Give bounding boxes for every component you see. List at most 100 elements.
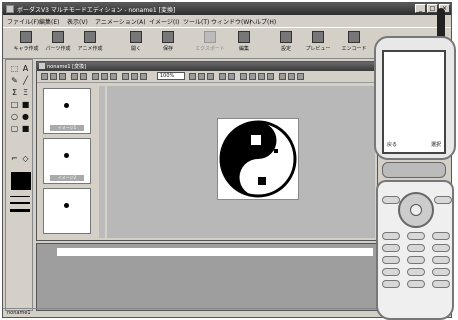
rounded-rect-tool-icon[interactable]: ▢ xyxy=(10,124,19,133)
layer-icon[interactable] xyxy=(279,73,286,80)
next-frame-icon[interactable] xyxy=(258,73,265,80)
brush-tool-icon[interactable]: Σ xyxy=(10,88,19,97)
parts-icon xyxy=(52,31,64,43)
filled-rect-tool-icon[interactable]: ■ xyxy=(21,100,30,109)
timeline-strip[interactable] xyxy=(57,248,373,256)
property-icon[interactable] xyxy=(297,73,304,80)
filled-rounded-rect-tool-icon[interactable]: ■ xyxy=(21,124,30,133)
filled-ellipse-tool-icon[interactable]: ● xyxy=(21,112,30,121)
pixel-sprite[interactable] xyxy=(217,118,299,200)
disk-icon xyxy=(162,31,174,43)
zoom-in-icon[interactable] xyxy=(140,73,147,80)
frame-list-scrollbar[interactable] xyxy=(99,86,105,238)
preview-icon xyxy=(312,31,324,43)
edit-canvas[interactable] xyxy=(107,86,375,238)
pencil-tool-icon[interactable]: ✎ xyxy=(10,76,19,85)
dpad[interactable] xyxy=(398,192,434,228)
grid-icon[interactable] xyxy=(122,73,129,80)
cut-icon[interactable] xyxy=(92,73,99,80)
line-width-thin[interactable] xyxy=(10,196,30,197)
menu-bar: ファイル(F) 編集(E) 表示(V) アニメーション(A) イメージ(I) ツ… xyxy=(3,16,451,26)
fill-tool-icon[interactable]: Ξ xyxy=(21,88,30,97)
menu-help[interactable]: ヘルプ(H) xyxy=(249,17,276,26)
key-6[interactable] xyxy=(432,256,450,264)
delete-frame-icon[interactable] xyxy=(59,73,66,80)
menu-image[interactable]: イメージ(I) xyxy=(149,17,179,26)
key-2[interactable] xyxy=(407,244,425,252)
key-star[interactable] xyxy=(382,280,400,288)
settings-button[interactable]: 設定 xyxy=(271,30,301,56)
sprite-thumbnail-icon xyxy=(64,103,69,108)
menu-animation[interactable]: アニメーション(A) xyxy=(95,17,146,26)
left-soft-key[interactable] xyxy=(382,196,400,204)
rect-tool-icon[interactable]: □ xyxy=(10,100,19,109)
create-animation-button[interactable]: アニメ作成 xyxy=(75,30,105,56)
select-tool-icon[interactable]: ⬚ xyxy=(10,64,19,73)
copy-icon[interactable] xyxy=(101,73,108,80)
sprite-thumbnail-icon xyxy=(64,153,69,158)
frame-thumbnail[interactable]: イメージ2 xyxy=(43,138,91,184)
menu-window[interactable]: ウィンドウ(W) xyxy=(211,17,252,26)
phone-hinge xyxy=(382,162,446,178)
right-soft-key[interactable] xyxy=(434,196,452,204)
save-button[interactable]: 保存 xyxy=(153,30,183,56)
zoom-out-icon[interactable] xyxy=(131,73,138,80)
key-hash[interactable] xyxy=(432,280,450,288)
paste-icon[interactable] xyxy=(110,73,117,80)
new-frame-icon[interactable] xyxy=(41,73,48,80)
redo-icon[interactable] xyxy=(80,73,87,80)
text-tool-icon[interactable]: A xyxy=(21,64,30,73)
animation-icon xyxy=(84,31,96,43)
preview-button[interactable]: プレビュー xyxy=(303,30,333,56)
key-9[interactable] xyxy=(432,268,450,276)
ellipse-tool-icon[interactable]: ○ xyxy=(10,112,19,121)
create-parts-button[interactable]: パーツ作成 xyxy=(43,30,73,56)
app-icon xyxy=(6,5,14,13)
clear-key[interactable] xyxy=(407,232,425,240)
settings-icon xyxy=(280,31,292,43)
dpad-center-button[interactable] xyxy=(410,204,422,216)
flip-horizontal-icon[interactable] xyxy=(189,73,196,80)
eyedropper-tool-icon[interactable]: ⌐ xyxy=(10,154,19,163)
key-1[interactable] xyxy=(382,244,400,252)
menu-tools[interactable]: ツール(T) xyxy=(183,17,209,26)
key-7[interactable] xyxy=(382,268,400,276)
first-frame-icon[interactable] xyxy=(240,73,247,80)
open-button[interactable]: 開く xyxy=(121,30,151,56)
create-character-button[interactable]: キャラ作成 xyxy=(11,30,41,56)
prev-frame-icon[interactable] xyxy=(249,73,256,80)
menu-file[interactable]: ファイル(F) xyxy=(7,17,39,26)
current-color-swatch[interactable] xyxy=(11,172,31,190)
menu-edit[interactable]: 編集(E) xyxy=(39,17,59,26)
undo-icon[interactable] xyxy=(71,73,78,80)
copy-frame-icon[interactable] xyxy=(50,73,57,80)
line-width-thick[interactable] xyxy=(10,209,30,212)
stop-icon[interactable] xyxy=(228,73,235,80)
character-icon xyxy=(20,31,32,43)
key-5[interactable] xyxy=(407,256,425,264)
minimize-button[interactable]: _ xyxy=(415,4,426,13)
line-width-medium[interactable] xyxy=(10,202,30,204)
key-3[interactable] xyxy=(432,244,450,252)
flip-vertical-icon[interactable] xyxy=(198,73,205,80)
end-key[interactable] xyxy=(432,232,450,240)
play-icon[interactable] xyxy=(219,73,226,80)
key-8[interactable] xyxy=(407,268,425,276)
eraser-tool-icon[interactable]: ◇ xyxy=(21,154,30,163)
line-tool-icon[interactable]: ╱ xyxy=(21,76,30,85)
menu-view[interactable]: 表示(V) xyxy=(67,17,88,26)
call-key[interactable] xyxy=(382,232,400,240)
zoom-select[interactable]: 100% xyxy=(157,72,185,80)
key-0[interactable] xyxy=(407,280,425,288)
frame-thumbnail[interactable] xyxy=(43,188,91,234)
key-4[interactable] xyxy=(382,256,400,264)
edit-button[interactable]: 編集 xyxy=(229,30,259,56)
last-frame-icon[interactable] xyxy=(267,73,274,80)
encode-button[interactable]: エンコード xyxy=(339,30,369,56)
export-button[interactable]: エクスポート xyxy=(195,30,225,56)
yin-yang-icon xyxy=(219,120,297,198)
window-title: ボーダスV3 マルチモードエディション - noname1 [変換] xyxy=(17,7,176,14)
palette-icon[interactable] xyxy=(288,73,295,80)
frame-thumbnail[interactable]: イメージ1 xyxy=(43,88,91,134)
rotate-icon[interactable] xyxy=(207,73,214,80)
